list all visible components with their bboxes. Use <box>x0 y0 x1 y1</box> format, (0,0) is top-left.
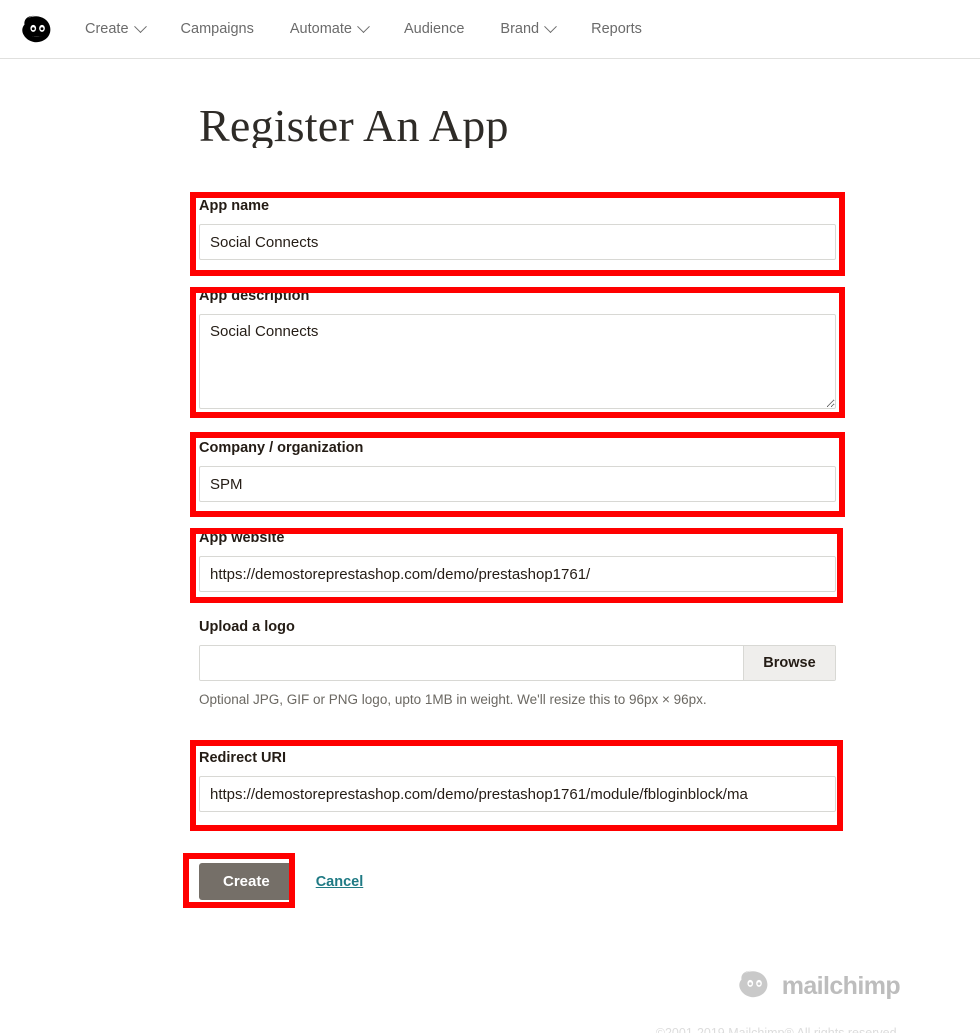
nav-item-audience[interactable]: Audience <box>404 15 464 43</box>
field-company: Company / organization <box>199 439 836 502</box>
browse-button[interactable]: Browse <box>743 646 835 680</box>
chevron-down-icon <box>357 19 370 33</box>
field-app-description: App description Social Connects <box>199 287 836 409</box>
upload-logo-helper-text: Optional JPG, GIF or PNG logo, upto 1MB … <box>199 692 707 707</box>
nav-item-label: Brand <box>500 21 540 37</box>
chevron-down-icon <box>544 19 557 33</box>
cancel-link[interactable]: Cancel <box>316 874 364 890</box>
upload-logo-label: Upload a logo <box>199 619 295 635</box>
field-redirect-uri: Redirect URI <box>199 749 836 812</box>
form-actions: Create Cancel <box>199 863 363 900</box>
app-description-label: App description <box>199 288 310 304</box>
top-navigation-bar: Create Campaigns Automate Audience Brand… <box>0 0 980 59</box>
company-input[interactable] <box>199 466 836 502</box>
nav-item-label: Reports <box>591 21 642 37</box>
nav-item-campaigns[interactable]: Campaigns <box>181 15 254 43</box>
upload-logo-filename-input[interactable] <box>200 646 743 680</box>
create-button[interactable]: Create <box>199 863 294 900</box>
app-name-input[interactable] <box>199 224 836 260</box>
nav-item-reports[interactable]: Reports <box>591 15 642 43</box>
mailchimp-freddie-logo-gray-icon <box>734 964 774 1009</box>
nav-item-label: Automate <box>289 21 352 37</box>
app-name-label: App name <box>199 198 270 214</box>
redirect-uri-input[interactable] <box>199 776 836 812</box>
page-title: Register An App <box>199 100 509 148</box>
app-description-textarea[interactable]: Social Connects <box>199 314 836 409</box>
page-content: Register An App App name App description… <box>0 59 980 1033</box>
company-label: Company / organization <box>199 440 364 456</box>
nav-item-label: Audience <box>403 21 465 37</box>
field-app-name: App name <box>199 197 836 260</box>
upload-logo-row: Browse <box>199 645 836 681</box>
nav-item-automate[interactable]: Automate <box>289 15 370 43</box>
app-website-label: App website <box>199 530 285 546</box>
chevron-down-icon <box>133 19 147 33</box>
field-app-website: App website <box>199 529 836 592</box>
page-footer: mailchimp ©2001-2019 Mailchimp® All righ… <box>0 964 980 1033</box>
main-nav-items: Create Campaigns Automate Audience Brand… <box>85 15 678 43</box>
mailchimp-freddie-logo-icon[interactable] <box>17 9 57 49</box>
app-website-input[interactable] <box>199 556 836 592</box>
footer-wordmark: mailchimp <box>781 972 901 1000</box>
nav-item-create[interactable]: Create <box>85 15 147 43</box>
field-upload-logo: Upload a logo Browse Optional JPG, GIF o… <box>199 618 836 709</box>
nav-item-label: Campaigns <box>180 21 254 37</box>
redirect-uri-label: Redirect URI <box>199 750 287 766</box>
nav-item-label: Create <box>85 21 129 37</box>
footer-logo: mailchimp <box>734 964 901 1009</box>
nav-item-brand[interactable]: Brand <box>500 15 557 43</box>
